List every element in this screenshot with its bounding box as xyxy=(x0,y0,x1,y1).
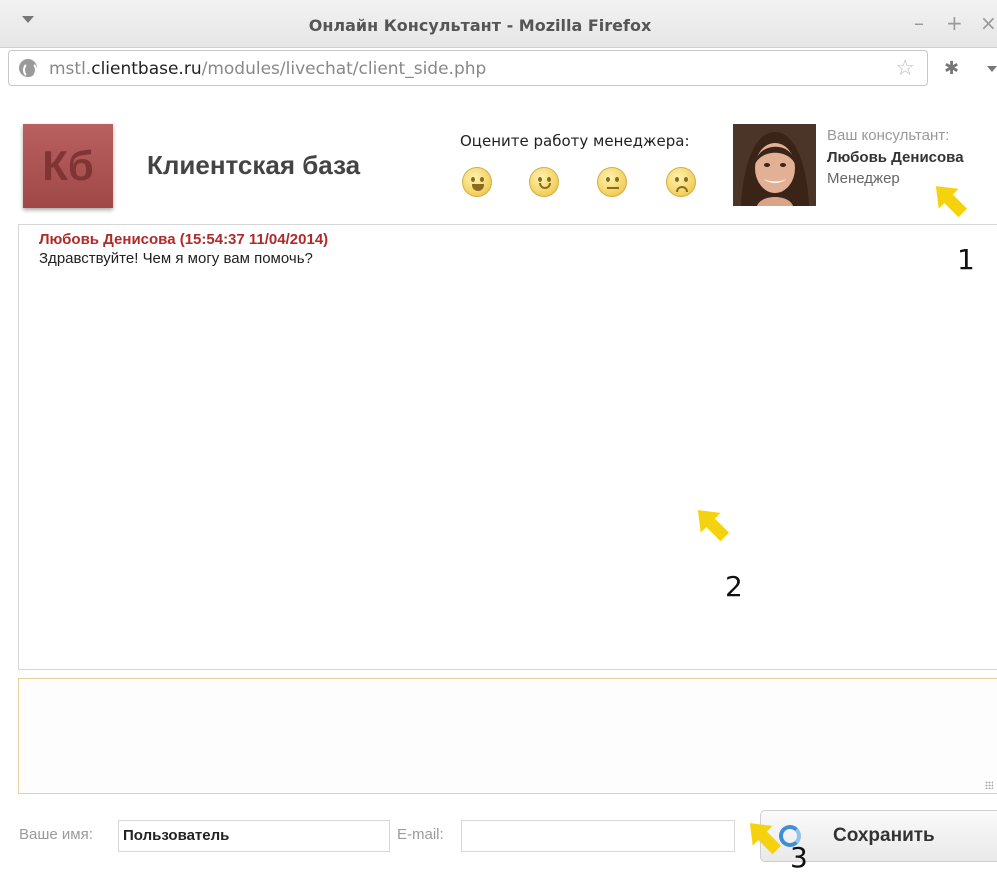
chat-log[interactable]: Любовь Денисова (15:54:37 11/04/2014) Зд… xyxy=(18,224,997,670)
globe-icon xyxy=(19,59,37,78)
url-path: /modules/livechat/client_side.php xyxy=(201,59,487,79)
bookmark-star-icon[interactable]: ☆ xyxy=(895,56,915,81)
url-text[interactable]: mstl.clientbase.ru/modules/livechat/clie… xyxy=(49,59,486,79)
window-title: Онлайн Консультант - Mozilla Firefox xyxy=(308,16,652,35)
window-titlebar: Онлайн Консультант - Mozilla Firefox – +… xyxy=(0,0,997,48)
email-field[interactable] xyxy=(461,820,735,852)
email-label: E-mail: xyxy=(397,826,444,843)
address-bar[interactable]: mstl.clientbase.ru/modules/livechat/clie… xyxy=(8,50,928,86)
consultant-role: Менеджер xyxy=(827,170,900,187)
annotation-number-3: 3 xyxy=(790,841,808,874)
smile-smiley-icon[interactable] xyxy=(529,167,559,197)
sad-smiley-icon[interactable] xyxy=(666,167,696,197)
url-prefix: mstl. xyxy=(49,59,92,79)
annotation-number-1: 1 xyxy=(957,243,975,276)
chevron-down-icon[interactable] xyxy=(987,66,997,72)
message-header: Любовь Денисова (15:54:37 11/04/2014) xyxy=(39,231,329,248)
addon-bug-icon[interactable]: ✱ xyxy=(944,58,959,79)
save-label: Сохранить xyxy=(833,825,935,846)
name-field[interactable]: Пользователь xyxy=(118,820,390,852)
neutral-smiley-icon[interactable] xyxy=(597,167,627,197)
avatar-photo xyxy=(733,124,816,206)
logo: Кб xyxy=(23,124,113,208)
close-button[interactable]: × xyxy=(980,12,997,34)
consultant-avatar xyxy=(733,124,816,206)
consultant-label: Ваш консультант: xyxy=(827,127,950,144)
message-text: Здравствуйте! Чем я могу вам помочь? xyxy=(39,250,313,267)
maximize-button[interactable]: + xyxy=(946,12,963,34)
consultant-name: Любовь Денисова xyxy=(827,149,964,166)
url-domain: clientbase.ru xyxy=(91,59,202,79)
very-happy-smiley-icon[interactable] xyxy=(462,167,492,197)
annotation-number-2: 2 xyxy=(725,570,743,603)
rate-manager-label: Оцените работу менеджера: xyxy=(460,132,690,150)
resize-grip-icon[interactable] xyxy=(985,781,993,789)
name-label: Ваше имя: xyxy=(19,826,93,843)
message-input[interactable] xyxy=(18,678,997,794)
minimize-button[interactable]: – xyxy=(914,12,924,34)
brand-name: Клиентская база xyxy=(147,150,361,180)
